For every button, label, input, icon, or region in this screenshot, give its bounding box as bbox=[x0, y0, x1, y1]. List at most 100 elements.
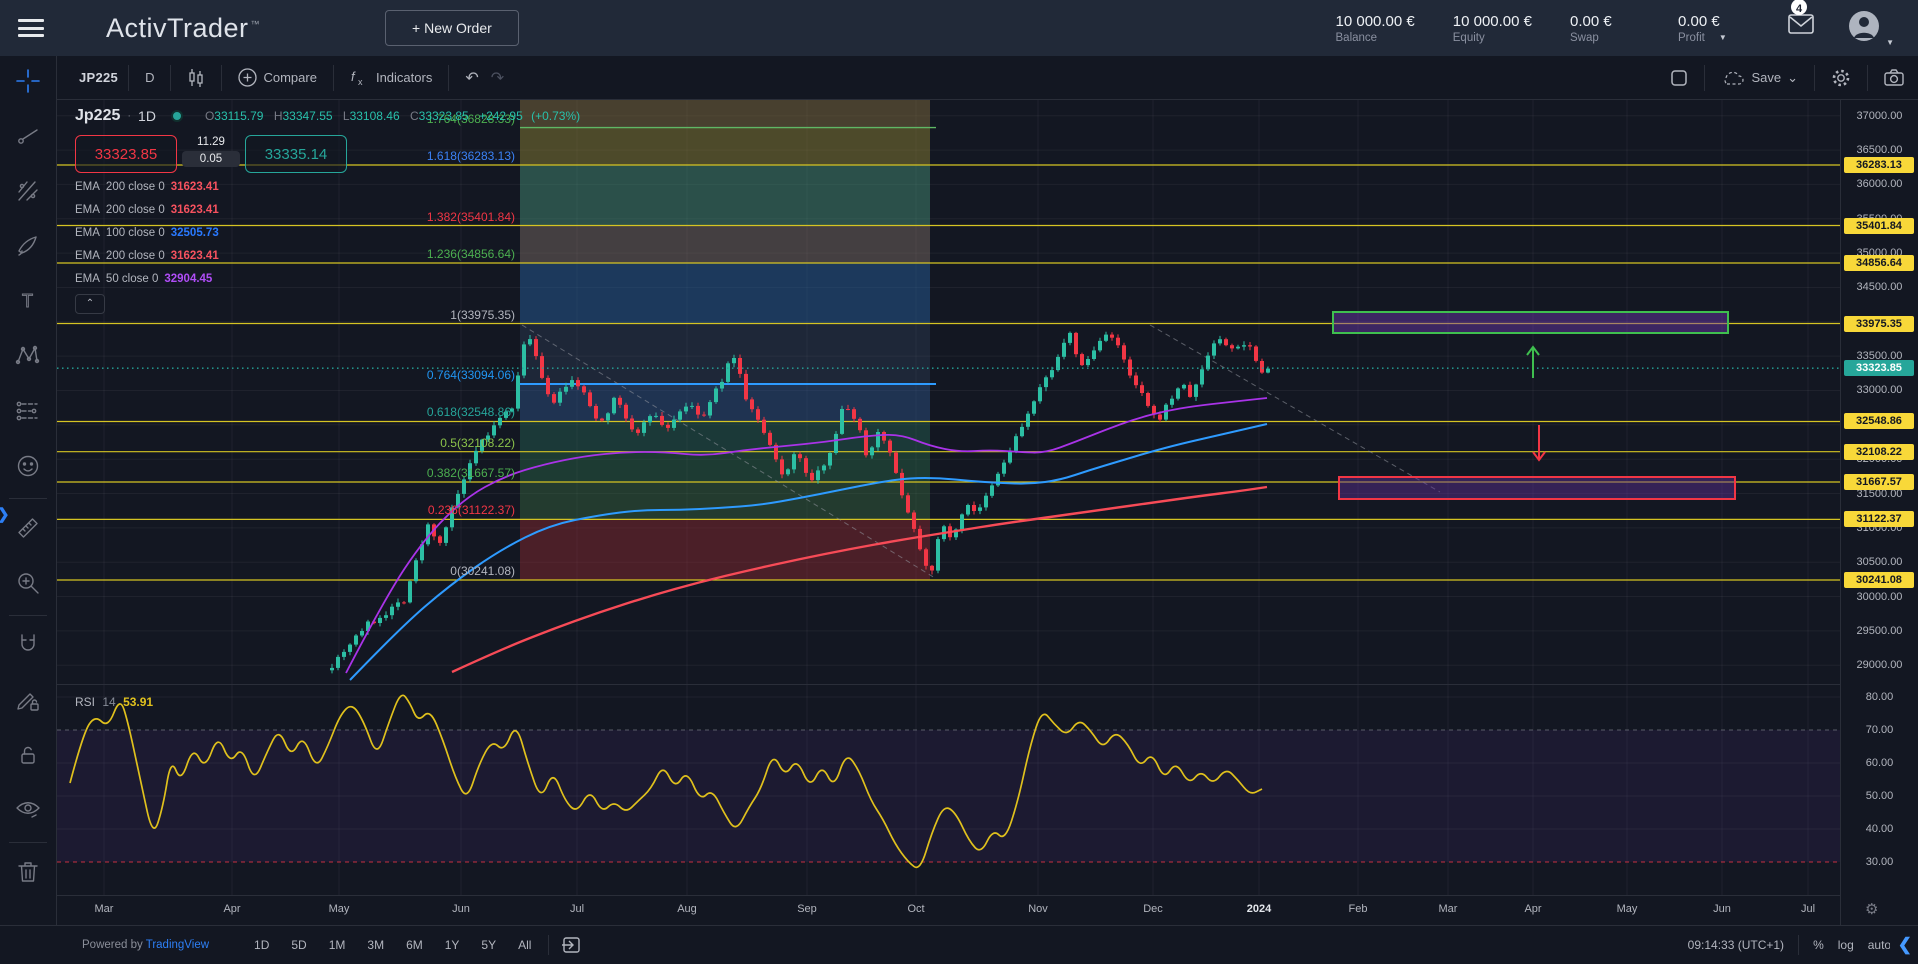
goto-date-button[interactable] bbox=[559, 936, 583, 954]
price-tick: 36500.00 bbox=[1841, 144, 1918, 156]
text-icon: T bbox=[15, 288, 41, 319]
avatar[interactable]: ▼ bbox=[1848, 10, 1880, 47]
hide-all-tool[interactable] bbox=[9, 793, 47, 831]
fx-icon: fx bbox=[350, 68, 370, 87]
symbol-search[interactable]: JP225 bbox=[79, 70, 118, 85]
time-axis[interactable]: MarAprMayJunJulAugSepOctNovDec2024FebMar… bbox=[57, 895, 1840, 925]
buy-button[interactable]: 33335.14 bbox=[245, 135, 347, 173]
price-tick: 29000.00 bbox=[1841, 659, 1918, 671]
rsi-tick: 50.00 bbox=[1841, 790, 1918, 802]
date-range-buttons: 1D 5D 1M 3M 6M 1Y 5Y All bbox=[247, 935, 538, 955]
hide-all-icon bbox=[15, 797, 41, 828]
auto-scale-button[interactable]: auto bbox=[1868, 938, 1890, 952]
current-price-badge: 33323.85 bbox=[1844, 360, 1914, 376]
drawing-pencil-lock-tool[interactable] bbox=[9, 683, 47, 721]
ema-legend-row: EMA50 close 032904.45 bbox=[75, 267, 580, 290]
price-level-badge: 32108.22 bbox=[1844, 444, 1914, 460]
range-button-1d[interactable]: 1D bbox=[247, 935, 276, 955]
compare-button[interactable]: Compare bbox=[232, 68, 322, 87]
market-status-icon[interactable] bbox=[171, 110, 183, 122]
drawing-pencil-lock-icon bbox=[15, 687, 41, 718]
price-axis[interactable]: ⚙ 37000.0036500.0036000.0035500.0035000.… bbox=[1840, 100, 1918, 925]
time-tick: Apr bbox=[223, 903, 240, 915]
trend-line-tool[interactable] bbox=[9, 119, 47, 157]
time-tick: Apr bbox=[1524, 903, 1541, 915]
svg-text:T: T bbox=[22, 291, 33, 311]
range-button-6m[interactable]: 6M bbox=[399, 935, 430, 955]
axis-settings-gear-icon[interactable]: ⚙ bbox=[1865, 900, 1878, 918]
collapse-toolbar-chevron-icon[interactable]: ❮ bbox=[1898, 935, 1912, 955]
zoom-in-icon bbox=[15, 570, 41, 601]
range-button-5y[interactable]: 5Y bbox=[474, 935, 503, 955]
price-level-badge: 31122.37 bbox=[1844, 511, 1914, 527]
forecast-tool[interactable] bbox=[9, 394, 47, 432]
forecast-icon bbox=[15, 398, 41, 429]
fib-level-label: 0.382(31667.57) bbox=[57, 466, 515, 480]
emoji-tool[interactable] bbox=[9, 449, 47, 487]
time-tick: Mar bbox=[95, 903, 114, 915]
crosshair-tool[interactable] bbox=[9, 64, 47, 102]
chart-style-button[interactable] bbox=[181, 68, 211, 88]
top-bar: ActivTrader™ + New Order 10 000.00 €Bala… bbox=[0, 0, 1918, 56]
snapshot-button[interactable] bbox=[1878, 69, 1910, 86]
legend-collapse-button[interactable]: ⌃ bbox=[75, 294, 105, 314]
profit-caret-icon: ▼ bbox=[1719, 33, 1727, 42]
trend-line-icon bbox=[15, 123, 41, 154]
xabcd-pattern-tool[interactable] bbox=[9, 339, 47, 377]
save-button[interactable]: Save ⌄ bbox=[1715, 70, 1804, 86]
spread-value: 0.05 bbox=[182, 151, 240, 167]
range-button-3m[interactable]: 3M bbox=[360, 935, 391, 955]
account-stats: 10 000.00 €Balance10 000.00 €Equity0.00 … bbox=[1336, 0, 1749, 56]
expand-panel-chevron-icon[interactable]: ❯ bbox=[0, 505, 10, 523]
text-tool[interactable]: T bbox=[9, 284, 47, 322]
magnet-tool[interactable] bbox=[9, 628, 47, 666]
redo-button[interactable]: ↷ bbox=[485, 68, 510, 88]
spread: 11.29 0.05 bbox=[182, 135, 240, 167]
range-button-1m[interactable]: 1M bbox=[322, 935, 353, 955]
menu-icon[interactable] bbox=[18, 19, 44, 37]
rsi-legend: RSI 14 53.91 bbox=[75, 695, 153, 709]
chart-area[interactable]: 1.764(36828.33)1.618(36283.13)1.382(3540… bbox=[57, 100, 1840, 925]
price-tick: 33000.00 bbox=[1841, 384, 1918, 396]
percent-scale-button[interactable]: % bbox=[1813, 938, 1824, 952]
unlock-all-tool[interactable] bbox=[9, 738, 47, 776]
undo-button[interactable]: ↶ bbox=[459, 68, 484, 88]
unlock-all-icon bbox=[15, 742, 41, 773]
settings-button[interactable] bbox=[1825, 68, 1857, 88]
ruler-tool[interactable] bbox=[9, 511, 47, 549]
time-tick: Nov bbox=[1028, 903, 1048, 915]
chart-legend: Jp225 · 1D O33115.79 H33347.55 L33108.46… bbox=[75, 106, 580, 314]
activtrader-app: ActivTrader™ + New Order 10 000.00 €Bala… bbox=[0, 0, 1918, 964]
brush-tool[interactable] bbox=[9, 229, 47, 267]
sell-button[interactable]: 33323.85 bbox=[75, 135, 177, 173]
time-tick: Sep bbox=[797, 903, 817, 915]
remove-all-tool[interactable] bbox=[9, 855, 47, 893]
mail-icon[interactable]: 4 bbox=[1788, 13, 1818, 39]
gear-icon bbox=[1831, 68, 1851, 88]
range-button-5d[interactable]: 5D bbox=[284, 935, 313, 955]
rsi-pane[interactable] bbox=[57, 685, 1840, 895]
time-tick: Jul bbox=[570, 903, 584, 915]
pane-separator[interactable] bbox=[57, 684, 1840, 685]
range-button-all[interactable]: All bbox=[511, 935, 538, 955]
price-level-badge: 36283.13 bbox=[1844, 157, 1914, 173]
stat-profit[interactable]: 0.00 €Profit▼ bbox=[1678, 13, 1748, 44]
indicators-button[interactable]: fx Indicators bbox=[344, 68, 438, 87]
user-icon bbox=[1848, 10, 1880, 42]
time-tick: Aug bbox=[677, 903, 697, 915]
compare-plus-icon bbox=[238, 68, 257, 87]
price-level-badge: 31667.57 bbox=[1844, 474, 1914, 490]
xabcd-pattern-icon bbox=[15, 343, 41, 374]
interval-button[interactable]: D bbox=[139, 70, 160, 85]
log-scale-button[interactable]: log bbox=[1838, 938, 1854, 952]
time-tick: Jul bbox=[1801, 903, 1815, 915]
fullscreen-button[interactable] bbox=[1664, 69, 1694, 87]
new-order-button[interactable]: + New Order bbox=[385, 10, 519, 46]
price-tick: 29500.00 bbox=[1841, 625, 1918, 637]
clock[interactable]: 09:14:33 (UTC+1) bbox=[1688, 938, 1784, 952]
tradingview-link[interactable]: TradingView bbox=[146, 939, 209, 951]
brush-icon bbox=[15, 233, 41, 264]
fib-retracement-tool[interactable] bbox=[9, 174, 47, 212]
range-button-1y[interactable]: 1Y bbox=[438, 935, 467, 955]
zoom-in-tool[interactable] bbox=[9, 566, 47, 604]
